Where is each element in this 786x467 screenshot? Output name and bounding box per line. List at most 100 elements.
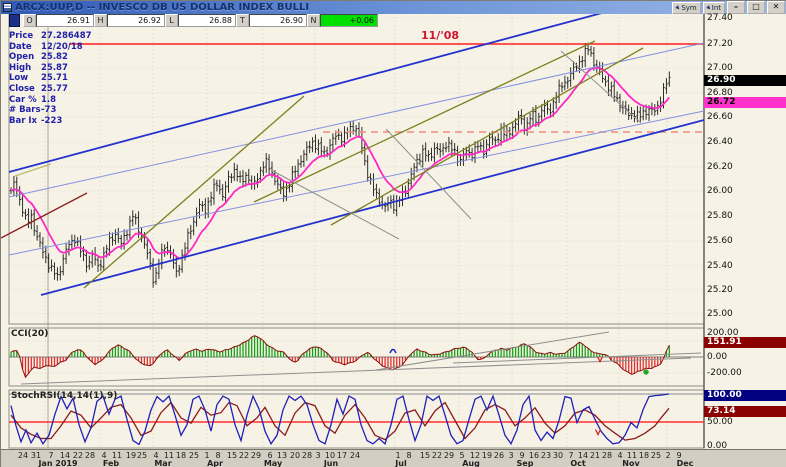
x-axis-day-label: 25	[136, 451, 148, 460]
x-axis-month-label: Sep	[516, 459, 534, 467]
x-axis-day-label: 17	[336, 451, 348, 460]
data-panel-value: -73	[41, 105, 57, 116]
axis-value-box: 100.00	[704, 389, 786, 401]
data-panel-row: Price 27.286487	[9, 31, 129, 42]
x-axis-month-label: Aug	[462, 459, 480, 467]
data-panel-field: Date	[9, 41, 32, 52]
data-panel-value: 27.286487	[41, 31, 92, 41]
sym-triangle-icon	[675, 4, 682, 11]
x-axis-day-label: 3	[315, 451, 321, 460]
x-axis-day-label: 25	[188, 451, 200, 460]
data-panel-row: Low 25.71	[9, 73, 129, 84]
axis-value-box: 73.14	[704, 405, 786, 417]
axis-tick-label: 25.60	[707, 236, 733, 246]
axis-tick-label: -200.00	[707, 368, 742, 378]
axis-tick-label: 27.20	[707, 39, 733, 49]
data-panel-field: Low	[9, 73, 29, 84]
sym-link-button[interactable]: Sym	[672, 1, 701, 14]
quote-field-label: L	[165, 14, 178, 27]
cci-panel-label: CCI(20)	[11, 329, 49, 339]
x-axis-day-label: 22	[431, 451, 443, 460]
x-axis-month-label: May	[263, 459, 283, 467]
x-axis-month-label: Mar	[154, 459, 172, 467]
quote-field-label: H	[94, 14, 107, 27]
data-panel-row: Close 25.77	[9, 84, 129, 95]
axis-tick-label: 25.20	[707, 285, 733, 295]
axis-tick-label: 50.00	[707, 417, 733, 427]
x-axis-day-label: 28	[84, 451, 96, 460]
price-axis[interactable]: 27.40 27.20 27.00 26.80 26.60 26.40 26.20 26.00…	[704, 1, 786, 467]
x-axis-day-label: 18	[638, 451, 650, 460]
data-panel-value: 25.71	[41, 73, 68, 84]
x-axis-day-label: 2	[665, 451, 671, 460]
data-panel-value: 25.82	[41, 52, 68, 63]
data-panel-row: # Bars -73	[9, 105, 129, 116]
data-panel-value: 25.77	[41, 83, 68, 94]
x-axis-day-label: 15	[419, 451, 431, 460]
x-axis-month-label: Apr	[207, 459, 223, 467]
data-panel-row: Car % 1.8	[9, 95, 129, 106]
data-panel-row: Bar Ix -223	[9, 116, 129, 127]
quote-field-value: 26.90	[249, 14, 307, 27]
link-color-box[interactable]	[9, 14, 20, 27]
axis-tick-label: 26.20	[707, 162, 733, 172]
x-axis-month-label: Jul	[395, 459, 407, 467]
x-axis-day-label: 30	[552, 451, 564, 460]
data-panel-value: -223	[41, 115, 63, 126]
data-panel-value: 12/20/18	[41, 41, 83, 52]
data-panel-field: # Bars	[9, 105, 41, 116]
data-panel-row: Open 25.82	[9, 52, 129, 63]
axis-tick-label: 25.80	[707, 211, 733, 221]
x-axis-day-label: 19	[481, 451, 493, 460]
quote-field-label: N	[307, 14, 320, 27]
axis-tick-label: 25.40	[707, 261, 733, 271]
title-bar[interactable]: ARCX:UUP,D -- INVESCO DB US DOLLAR INDEX…	[1, 1, 786, 14]
x-axis-month-label: Nov	[622, 459, 640, 467]
x-axis-day-label: 20	[289, 451, 301, 460]
x-axis-day-label: 29	[443, 451, 455, 460]
x-axis-day-label: 29	[250, 451, 262, 460]
axis-value-box: 151.91	[704, 336, 786, 348]
axis-tick-label: 0.00	[707, 352, 728, 362]
quote-field-value: 26.92	[107, 14, 165, 27]
data-panel-field: High	[9, 62, 32, 73]
data-panel-field: Open	[9, 52, 35, 63]
x-axis-day-label: 19	[125, 451, 137, 460]
quote-field-value: 26.88	[178, 14, 236, 27]
quote-bar: O 26.91 H 26.92 L 26.88 T 26.90 N +0.06	[9, 14, 378, 27]
x-axis-day-label: 18	[175, 451, 187, 460]
x-axis-month-label: Jan 2019	[38, 459, 78, 467]
axis-tick-label: 27.00	[707, 63, 733, 73]
x-axis-day-label: 22	[238, 451, 250, 460]
quote-field-value: 26.91	[36, 14, 94, 27]
axis-tick-label: 26.00	[707, 186, 733, 196]
x-axis-month-label: Feb	[102, 459, 120, 467]
x-axis-day-label: 25	[650, 451, 662, 460]
axis-tick-label: 25.00	[707, 309, 733, 319]
time-axis[interactable]: 24 31 7 14 22 28 4 11 19 25 4 11 18 25 1 8 15 22 29 6 13 20 28…	[1, 449, 786, 467]
data-panel-field: Car %	[9, 94, 37, 105]
x-axis-day-label: 24	[349, 451, 361, 460]
axis-tick-label: 26.40	[707, 137, 733, 147]
data-panel-row: Date 12/20/18	[9, 42, 129, 53]
x-axis-day-label: 26	[493, 451, 505, 460]
axis-value-box: 26.90	[704, 74, 786, 86]
data-panel-field: Price	[9, 31, 34, 41]
x-axis-day-label: 23	[540, 451, 552, 460]
x-axis-day-label: 3	[508, 451, 514, 460]
quote-field-label: T	[236, 14, 249, 27]
axis-tick-label: 26.60	[707, 112, 733, 122]
quote-field-label: O	[23, 14, 36, 27]
data-panel-value: 25.87	[41, 62, 68, 73]
axis-tick-label: 27.40	[707, 13, 733, 23]
data-panel-field: Close	[9, 83, 35, 94]
window-title: ARCX:UUP,D -- INVESCO DB US DOLLAR INDEX…	[15, 2, 310, 13]
window-icon	[3, 3, 12, 12]
stochrsi-panel-label: StochRSI(14,14(1),9)	[11, 391, 118, 401]
data-panel: Price 27.286487 Date 12/20/18 Open 25.82 High 2…	[9, 31, 129, 126]
chart-window: ARCX:UUP,D -- INVESCO DB US DOLLAR INDEX…	[0, 0, 786, 467]
x-axis-day-label: 21	[589, 451, 601, 460]
data-panel-value: 1.8	[41, 94, 57, 105]
resistance-annotation: 11/'08	[421, 29, 460, 42]
x-axis-day-label: 28	[301, 451, 313, 460]
